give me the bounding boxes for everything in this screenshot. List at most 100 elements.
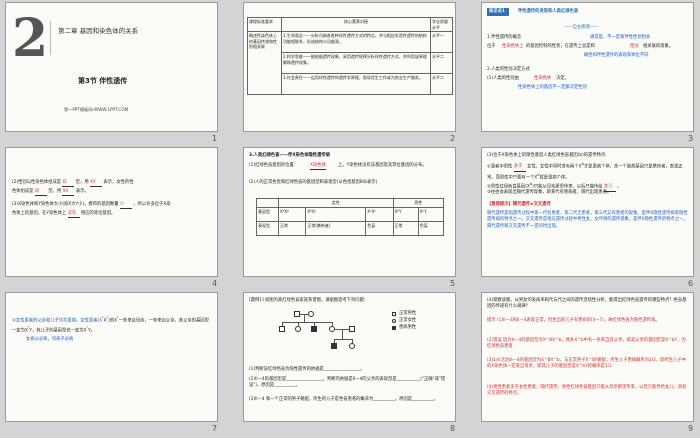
annotation: 通常是，不一定和伴性性状相关 — [590, 35, 651, 40]
table-header: 女性 — [278, 198, 394, 208]
slide-number-1: 1 — [212, 134, 218, 143]
text-line: (3)X染色体和Y染色体大小(如X大Y小)，携带的基因数量 少 ，所以许多位于X… — [12, 202, 171, 210]
table-header: 课程标准要求 — [247, 17, 282, 32]
self-review-header: ——自主梳理—— — [564, 25, 599, 30]
answer-3: (3)1/4 因为II—4的基因型为X^BX^b，与正常男子X^BY婚配，所生儿… — [487, 358, 686, 370]
table-cell: 水平二 — [430, 52, 453, 74]
table-cell: 水平一 — [430, 31, 453, 53]
affected-male-symbol — [311, 326, 317, 332]
table-cell: 2.科学思维——能根据遗传现象，采用遗传规律分析伴性遗传方式，并利用该原理解释遗… — [281, 52, 431, 74]
table-row-label: 概述性染色体上的基因传递和性别相关联 — [247, 31, 282, 95]
table-cell: 正常 — [392, 220, 419, 236]
question-2: (2)II—4的基因型是_________________，判断的依据是II—4… — [249, 377, 446, 389]
male-symbol — [279, 326, 285, 332]
table-cell: 1.生命观念——分析归纳各各种伴性遗传方式的特点，并与相应实验性遗传的结构功能相… — [281, 31, 431, 53]
text-line: (3)位于X染色体上的隐性基因人类红绿色盲基因(b)的遗传特点: — [487, 153, 607, 158]
slide-number-4: 4 — [212, 279, 218, 288]
section-title: 第3节 伴性遗传 — [78, 77, 128, 85]
question-3: (3)II—4 和一个正常的男子婚配，所生的儿子是色盲患者的概率为_______… — [249, 397, 438, 402]
text-line: ③往往会表现出隔代遗传现象，即某代有患病者，隔代出现患者。 — [487, 190, 612, 195]
text-line: 决定。 — [556, 76, 569, 81]
text-line: 1.伴性遗传的概念 — [487, 35, 522, 40]
knowledge-badge-label: 知识点1 — [489, 9, 505, 14]
text-line: 色体上的基因，在Y染色体上 没有 相应的等位基因。 — [12, 211, 115, 219]
text-line: (1)红绿色盲基因的位置： — [249, 163, 299, 168]
genotype-table: 女性 男性 基因型 XᴮXᴮ XᴮXᵇ XᵇXᵇ XᴮY XᵇY 表现型 正常 … — [256, 198, 445, 236]
slide-thumbnail-2[interactable]: 课程标准要求 核心素养对接 学业质量水平 概述性染色体上的基因传递和性别相关联 … — [243, 2, 456, 132]
table-header: 男性 — [392, 198, 445, 208]
slide-thumbnail-3[interactable]: 知识点1 伴性遗传的发现和人类红绿色盲 ——自主梳理—— 1.伴性遗传的概念 通… — [481, 2, 694, 132]
text-line: 上。Y染色体没有该基因及其等位基因的分布。 — [338, 163, 427, 168]
table-row-label: 基因型 — [256, 206, 279, 222]
female-symbol — [295, 326, 301, 332]
affected-male-symbol — [331, 343, 337, 349]
male-symbol — [349, 326, 355, 332]
table-cell: 色盲 — [417, 220, 445, 236]
text-line: 色体组成是 同 型，用 XX 表示。 — [12, 189, 89, 197]
slide-thumbnail-9[interactable]: (4)观察该图，从男女的发病率和代与代之间的遗传连续性分析，能得出红绿色盲遗传的… — [481, 292, 694, 422]
slide-number-3: 3 — [688, 134, 694, 143]
slide-number-6: 6 — [688, 279, 694, 288]
fill-answer: 性别 — [630, 44, 639, 49]
table-cell: XᴮY — [392, 206, 419, 222]
table-cell: 色盲 — [365, 220, 394, 236]
question-1: (1)判断该红绿色盲为隐性遗传的依据是_________________。 — [249, 367, 365, 372]
section-heading: 3.人类红绿色盲——伴X染色体隐性遗传病 — [249, 153, 330, 158]
slide-thumbnail-5[interactable]: 3.人类红绿色盲——伴X染色体隐性遗传病 (1)红绿色盲基因的位置： X染色体 … — [243, 147, 456, 277]
curriculum-table: 课程标准要求 核心素养对接 学业质量水平 概述性染色体上的基因传递和性别相关联 … — [247, 17, 453, 95]
slide-number-9: 9 — [688, 424, 694, 433]
table-header: 学业质量水平 — [430, 17, 453, 32]
text-line: ④女性患者的父亲和儿子均为患病。女性患者(XᵇXᵇ)的Xᵇ一条来自母亲，一条来自… — [12, 316, 209, 334]
slide-thumbnail-6[interactable]: (3)位于X染色体上的隐性基因人类红绿色盲基因(b)的遗传特点: ①患者中男性 … — [481, 147, 694, 277]
chapter-divider — [50, 21, 51, 55]
example-title: [典例1] 如图为某红绿色盲家族系谱图，请据图思考下列问题: — [249, 298, 366, 303]
fill-answer: 性染色体 — [534, 76, 552, 81]
text-line: ①患者中男性 多于 女性，女性中同时含有两个Xb才是患病个体，含一个致病基因只是… — [487, 162, 683, 181]
annotation: 性染色体上的基因不一定都决定性别 — [518, 85, 587, 90]
table-cell: XᵇY — [417, 206, 445, 222]
answer-4: (4)男性患者多于女性患者；隔代遗传；男性红绿色盲基因只能从母亲那里传来，以后只… — [487, 385, 687, 397]
summary-note: 女病父必病，母病子必病 — [26, 337, 74, 342]
callout-title: 【易错提示】隔代遗传≠交叉遗传 — [487, 202, 551, 207]
chapter-title: 第二章 基因和染色体的关系 — [58, 27, 139, 35]
table-cell: 正常(携带者) — [305, 220, 367, 236]
table-cell: 正常 — [277, 220, 307, 236]
text-line: (1)人类的性别由 — [487, 76, 519, 81]
slide-number-7: 7 — [212, 424, 218, 433]
table-cell: XᴮXᴮ — [277, 206, 307, 222]
text-line: (2)人的正常色觉和红绿色盲的基因型和表现型(以色觉基因B/b表示) — [249, 180, 378, 185]
footer-text: 第一PPT模板网-WWW.1PPT.COM — [64, 107, 129, 112]
table-cell: 水平二 — [430, 73, 453, 95]
table-cell: XᵇXᵇ — [365, 206, 394, 222]
answer-2: (2)错误 因为II—4的基因型为X^BX^b，两条X^b中有一条来自其父亲，即… — [487, 338, 686, 350]
slide-thumbnail-1[interactable]: 2 第二章 基因和染色体的关系 第3节 伴性遗传 第一PPT模板网-WWW.1P… — [5, 2, 218, 132]
table-header: 核心素养对接 — [281, 17, 431, 32]
text-line: 位于 — [487, 44, 496, 49]
table-cell: XᴮXᵇ — [305, 206, 367, 222]
knowledge-header: 伴性遗传的发现和人类红绿色盲 — [518, 9, 579, 14]
answer-1: 提示 (1)II—3和II—4表现正常，但生出的儿子有患病的(II—7)，故红绿… — [487, 318, 660, 323]
slide-thumbnail-7[interactable]: ④女性患者的父亲和儿子均为患病。女性患者(XᵇXᵇ)的Xᵇ一条来自母亲，一条来自… — [5, 292, 218, 422]
table-cell: 3.社会责任——运用伴性遗传的遗传学原理，指导优生工作或为农业生产服务。 — [281, 73, 431, 95]
slide-number-5: 5 — [450, 279, 456, 288]
pedigree-diagram — [274, 309, 384, 359]
chapter-number: 2 — [12, 8, 49, 69]
text-line: 2.人类的性别决定方式 — [487, 67, 530, 72]
annotation: 概性和伴性遗传的表现和体位不同 — [584, 53, 649, 58]
slide-number-2: 2 — [450, 134, 456, 143]
text-line: 的基因控制的性状，在遗传上总是和 — [526, 44, 595, 49]
slide-sorter-grid: 2 第二章 基因和染色体的关系 第3节 伴性遗传 第一PPT模板网-WWW.1P… — [0, 0, 700, 438]
question-4: (4)观察该图，从男女的发病率和代与代之间的遗传连续性分析，能得出红绿色盲遗传的… — [487, 298, 687, 310]
callout-text: 隔代遗传是指遗传过程中第一代有患者，第二代无患者，第三代又有患者的现象。是伴X隐… — [487, 211, 688, 229]
knowledge-badge: 知识点1 — [487, 8, 509, 16]
text-line: (2)性别与性染色体组成是 异 型，用 XY 表示，女性的性 — [12, 180, 134, 188]
text-line: 相关联的现象。 — [643, 44, 674, 49]
slide-thumbnail-8[interactable]: [典例1] 如图为某红绿色盲家族系谱图，请据图思考下列问题: 正常男性 正常女性… — [243, 292, 456, 422]
fill-answer: 性染色体上 — [502, 44, 524, 49]
slide-number-8: 8 — [450, 424, 456, 433]
female-symbol — [349, 343, 355, 349]
female-symbol — [308, 311, 314, 317]
fill-answer: X染色体 — [310, 163, 326, 171]
slide-thumbnail-4[interactable]: (2)性别与性染色体组成是 异 型，用 XY 表示，女性的性 色体组成是 同 型… — [5, 147, 218, 277]
table-row-label: 表现型 — [256, 220, 279, 236]
